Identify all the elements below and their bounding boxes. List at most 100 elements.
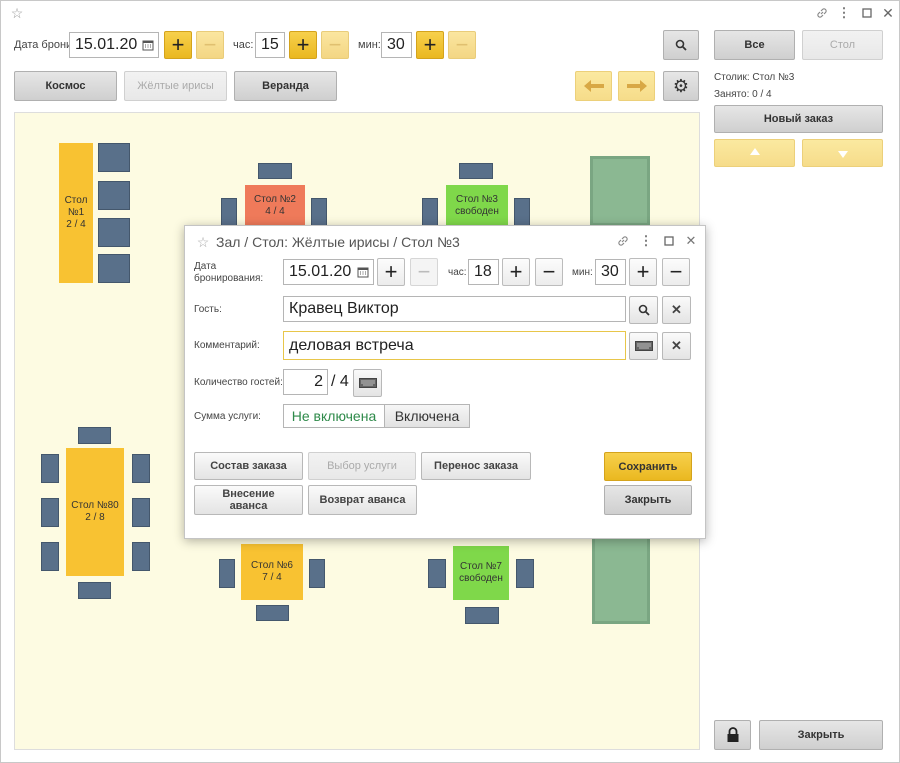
guest-field[interactable]: Кравец Виктор <box>283 296 626 322</box>
hour-field[interactable]: 15 <box>255 32 285 58</box>
table-1-number: №1 <box>67 207 85 218</box>
table-1[interactable]: Стол №1 2 / 4 <box>59 143 93 283</box>
new-order-button[interactable]: Новый заказ <box>714 105 883 133</box>
clear-icon: ✕ <box>671 338 682 353</box>
guests-count-field[interactable]: 2 <box>283 369 328 395</box>
refund-advance-button[interactable]: Возврат аванса <box>308 485 417 515</box>
dialog-date-field[interactable]: 15.01.20 <box>283 259 374 285</box>
dialog-calendar-icon[interactable] <box>356 265 370 279</box>
minute-value: 30 <box>387 36 405 53</box>
hall-button-yellow-irises[interactable]: Жёлтые ирисы <box>124 71 227 101</box>
dialog-close-icon[interactable]: ✕ <box>683 233 699 249</box>
hall-button-kosmos[interactable]: Космос <box>14 71 117 101</box>
service-on-toggle[interactable]: Включена <box>384 404 470 428</box>
arrow-down-icon <box>837 147 849 159</box>
maximize-icon[interactable] <box>859 5 875 21</box>
dialog-close-button[interactable]: Закрыть <box>604 485 692 515</box>
clear-icon: ✕ <box>671 302 682 317</box>
chair <box>98 218 130 247</box>
table-1-occupancy: 2 / 4 <box>66 219 86 230</box>
date-field[interactable]: 15.01.20 <box>69 32 159 58</box>
table-3[interactable]: Стол №3 свободен <box>446 185 508 227</box>
service-off-toggle[interactable]: Не включена <box>283 404 385 428</box>
calendar-icon[interactable] <box>141 38 155 52</box>
save-button[interactable]: Сохранить <box>604 452 692 481</box>
date-minus-button[interactable]: − <box>196 31 224 59</box>
close-main-button[interactable]: Закрыть <box>759 720 883 750</box>
dialog-minute-field[interactable]: 30 <box>595 259 626 285</box>
title-bar: ☆ ⋮ ✕ <box>1 1 899 25</box>
move-down-button[interactable] <box>802 139 883 167</box>
comment-keyboard-button[interactable] <box>629 332 658 360</box>
minute-field[interactable]: 30 <box>381 32 412 58</box>
booking-dialog: ☆ Зал / Стол: Жёлтые ирисы / Стол №3 ⋮ ✕… <box>184 225 706 539</box>
comment-clear-button[interactable]: ✕ <box>662 332 691 360</box>
order-content-button[interactable]: Состав заказа <box>194 452 303 480</box>
chair <box>78 427 111 444</box>
chair <box>428 559 446 588</box>
minute-plus-button[interactable]: + <box>416 31 444 59</box>
guest-search-button[interactable] <box>629 296 658 324</box>
arrow-left-button[interactable] <box>575 71 612 101</box>
table-6-label: Стол №6 <box>251 560 293 571</box>
close-window-icon[interactable]: ✕ <box>880 5 896 21</box>
dialog-hour-plus-button[interactable]: + <box>502 258 530 286</box>
minute-minus-button[interactable]: − <box>448 31 476 59</box>
long-table-top[interactable] <box>590 156 650 226</box>
more-menu-icon[interactable]: ⋮ <box>837 5 851 21</box>
lock-button[interactable] <box>714 720 751 750</box>
guests-keyboard-button[interactable] <box>353 369 382 397</box>
dialog-date-plus-button[interactable]: + <box>377 258 405 286</box>
chair <box>422 198 438 228</box>
move-up-button[interactable] <box>714 139 795 167</box>
settings-button[interactable]: ⚙ <box>663 71 699 101</box>
arrow-right-icon <box>626 79 648 93</box>
chair <box>98 254 130 283</box>
dialog-date-label: Дата бронирования: <box>194 261 264 284</box>
dialog-link-icon[interactable] <box>615 233 631 249</box>
link-icon[interactable] <box>814 5 830 21</box>
dialog-minute-label: мин: <box>572 267 593 278</box>
dialog-hour-field[interactable]: 18 <box>468 259 499 285</box>
dialog-hour-minus-button[interactable]: − <box>535 258 563 286</box>
table-7-status: свободен <box>459 573 503 584</box>
table-7[interactable]: Стол №7 свободен <box>453 546 509 600</box>
table-2-occupancy: 4 / 4 <box>265 206 285 217</box>
select-service-button[interactable]: Выбор услуги <box>308 452 416 480</box>
chair <box>465 607 499 624</box>
dialog-maximize-icon[interactable] <box>661 233 677 249</box>
service-label: Сумма услуги: <box>194 411 261 422</box>
dialog-title: Зал / Стол: Жёлтые ирисы / Стол №3 <box>216 234 460 250</box>
keyboard-icon <box>634 341 653 351</box>
dialog-minute-minus-button[interactable]: − <box>662 258 690 286</box>
table-3-status: свободен <box>455 206 499 217</box>
guests-count-max: / 4 <box>331 373 349 390</box>
dialog-date-minus-button[interactable]: − <box>410 258 438 286</box>
chair <box>78 582 111 599</box>
arrow-right-button[interactable] <box>618 71 655 101</box>
chair <box>41 498 59 527</box>
date-plus-button[interactable]: + <box>164 31 192 59</box>
hour-minus-button[interactable]: − <box>321 31 349 59</box>
filter-table-button[interactable]: Стол <box>802 30 883 60</box>
table-6[interactable]: Стол №6 7 / 4 <box>241 544 303 600</box>
filter-all-button[interactable]: Все <box>714 30 795 60</box>
comment-field[interactable]: деловая встреча <box>283 331 626 360</box>
chair <box>309 559 325 588</box>
guest-clear-button[interactable]: ✕ <box>662 296 691 324</box>
advance-payment-button[interactable]: Внесение аванса <box>194 485 303 515</box>
long-table-bottom[interactable] <box>592 536 650 624</box>
dialog-minute-plus-button[interactable]: + <box>629 258 657 286</box>
minute-label: мин: <box>358 39 381 51</box>
dialog-favorite-star-icon[interactable]: ☆ <box>195 234 211 250</box>
table-1-label: Стол <box>64 195 88 206</box>
search-button[interactable] <box>663 30 699 60</box>
favorite-star-icon[interactable]: ☆ <box>9 5 25 21</box>
hour-plus-button[interactable]: + <box>289 31 317 59</box>
date-label: Дата брони: <box>14 39 76 51</box>
hall-button-veranda[interactable]: Веранда <box>234 71 337 101</box>
transfer-order-button[interactable]: Перенос заказа <box>421 452 531 480</box>
dialog-more-icon[interactable]: ⋮ <box>639 233 653 249</box>
table-2[interactable]: Стол №2 4 / 4 <box>245 185 305 227</box>
table-80[interactable]: Стол №80 2 / 8 <box>66 448 124 576</box>
